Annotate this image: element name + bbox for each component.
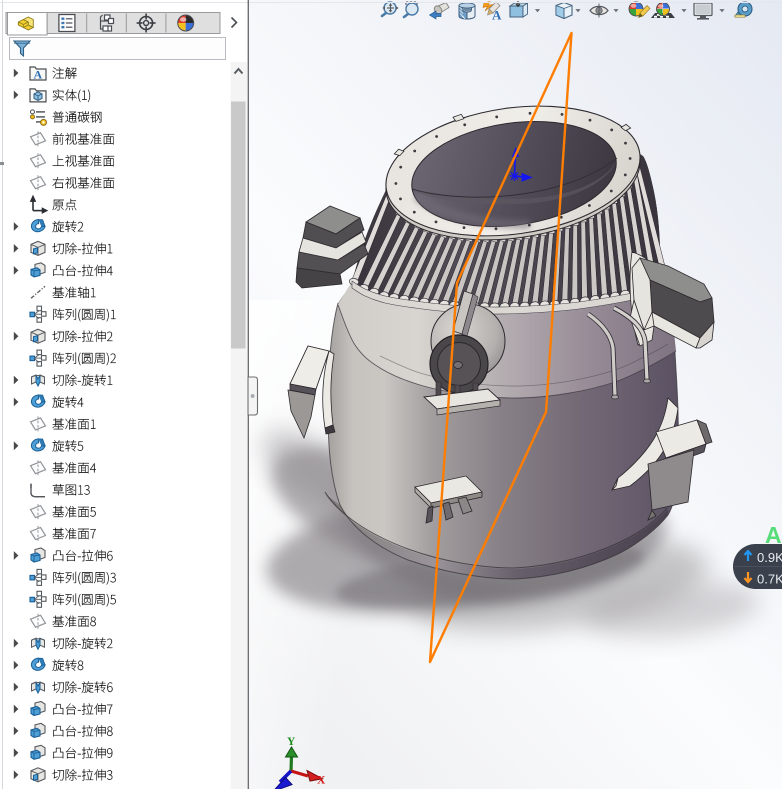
svg-text:A: A: [492, 8, 502, 23]
svg-text:0.7K: 0.7K: [757, 572, 782, 587]
svg-text:A: A: [34, 68, 43, 82]
svg-text:0.9K: 0.9K: [757, 550, 782, 565]
svg-text:Y: Y: [287, 736, 296, 748]
svg-text:X: X: [317, 775, 326, 787]
